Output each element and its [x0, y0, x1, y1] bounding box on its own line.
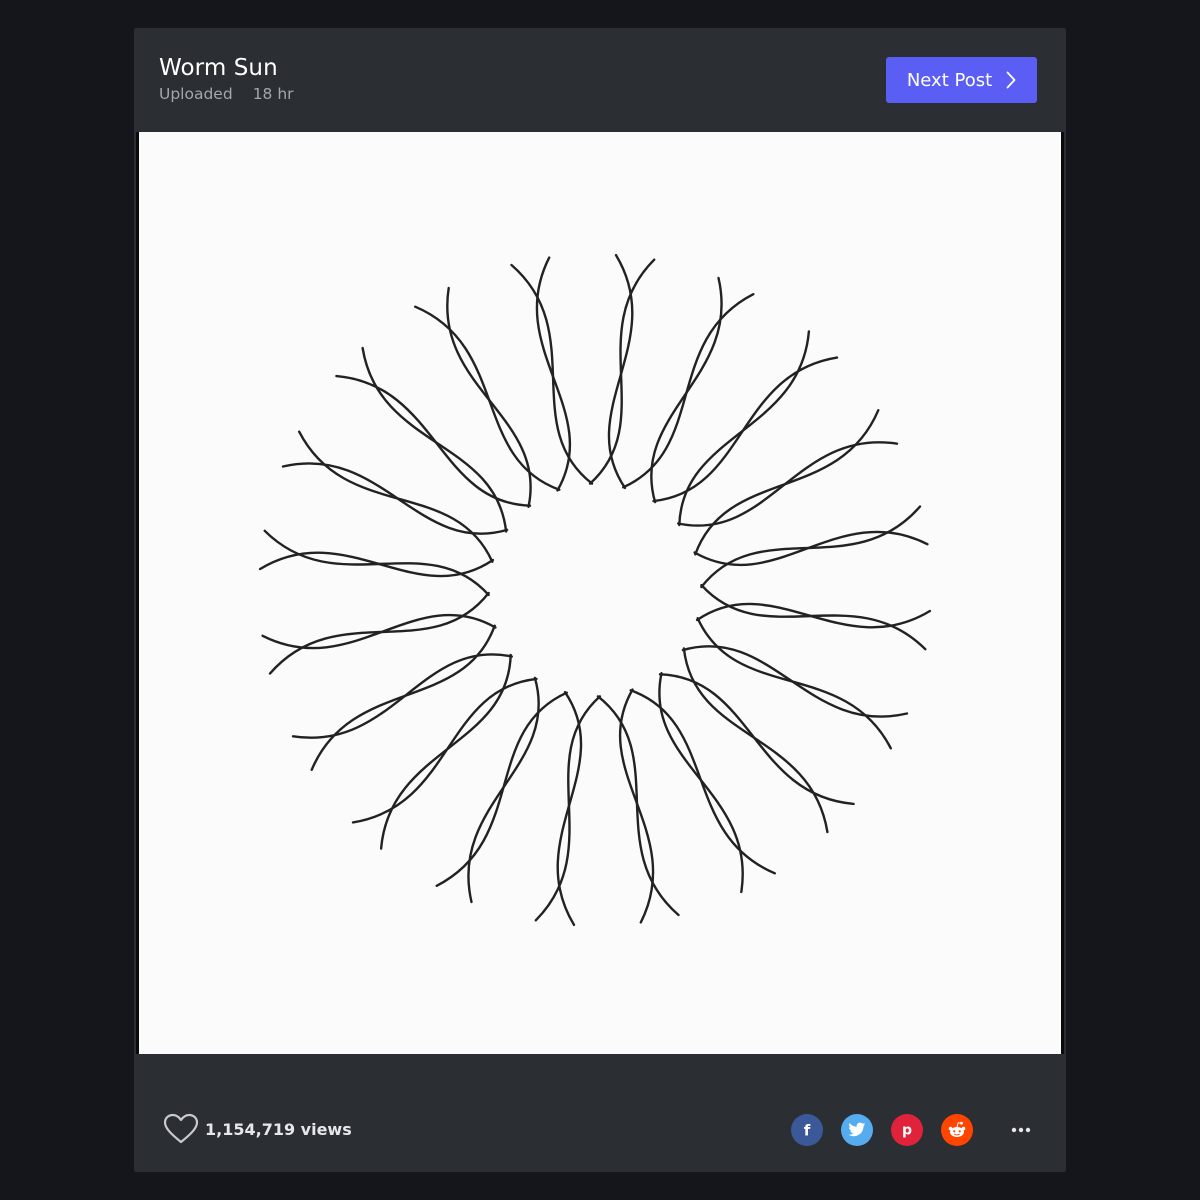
- heart-outline-icon[interactable]: [163, 1113, 199, 1145]
- uploaded-label: Uploaded: [159, 85, 233, 103]
- worm-stroke: [310, 624, 496, 771]
- post-title: Worm Sun: [159, 55, 278, 81]
- more-options-button[interactable]: [1008, 1118, 1034, 1142]
- pinterest-icon: p: [900, 1122, 914, 1139]
- facebook-icon: f: [800, 1122, 814, 1138]
- upload-age: 18 hr: [252, 85, 294, 103]
- svg-text:p: p: [902, 1123, 912, 1139]
- worm-stroke: [414, 305, 561, 491]
- reddit-icon: [947, 1121, 967, 1139]
- worm-stroke: [629, 689, 776, 875]
- post-meta: Uploaded 18 hr: [159, 85, 294, 103]
- view-count: 1,154,719 views: [205, 1119, 352, 1139]
- next-post-label: Next Post: [906, 69, 993, 91]
- post-card: Worm Sun Uploaded 18 hr Next Post 1,154,7…: [134, 28, 1066, 1172]
- post-image[interactable]: [139, 132, 1061, 1054]
- twitter-icon: [848, 1122, 866, 1138]
- post-header: Worm Sun Uploaded 18 hr Next Post: [134, 28, 1066, 132]
- post-footer: 1,154,719 views f p: [134, 1054, 1066, 1172]
- reddit-share-button[interactable]: [941, 1114, 973, 1146]
- worm-sun-artwork: [258, 253, 932, 927]
- next-post-button[interactable]: Next Post: [886, 57, 1037, 103]
- svg-text:f: f: [804, 1122, 811, 1138]
- more-horizontal-icon: [1011, 1127, 1031, 1133]
- twitter-share-button[interactable]: [841, 1114, 873, 1146]
- post-image-frame: [136, 132, 1064, 1054]
- facebook-share-button[interactable]: f: [791, 1114, 823, 1146]
- worm-stroke: [694, 409, 880, 556]
- chevron-right-icon: [1006, 71, 1016, 89]
- like-group: 1,154,719 views: [163, 1113, 352, 1145]
- pinterest-share-button[interactable]: p: [891, 1114, 923, 1146]
